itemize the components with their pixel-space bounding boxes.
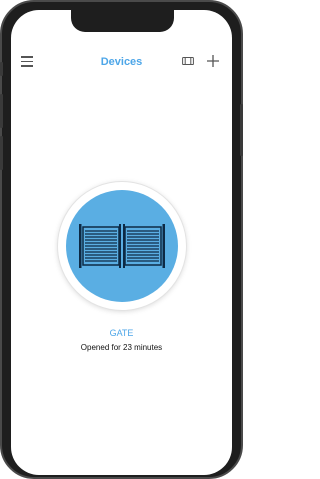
top-bar: Devices (11, 52, 232, 76)
device-status: Opened for 23 minutes (80, 343, 163, 352)
gate-device-button[interactable] (58, 182, 186, 310)
volume-up-button (0, 94, 3, 128)
gate-icon (79, 224, 165, 268)
power-button (240, 104, 243, 156)
volume-down-button (0, 136, 3, 170)
gate-device-circle (66, 190, 178, 302)
plus-icon[interactable] (206, 54, 220, 68)
phone-frame: Devices GATE Opened for 23 minutes (0, 0, 243, 479)
phone-screen: Devices GATE Opened for 23 minutes (11, 10, 232, 475)
cards-view-icon[interactable] (182, 56, 194, 66)
silent-switch (0, 62, 3, 76)
page-title: Devices (100, 56, 143, 68)
device-name: GATE (109, 328, 134, 338)
notch (71, 10, 174, 32)
